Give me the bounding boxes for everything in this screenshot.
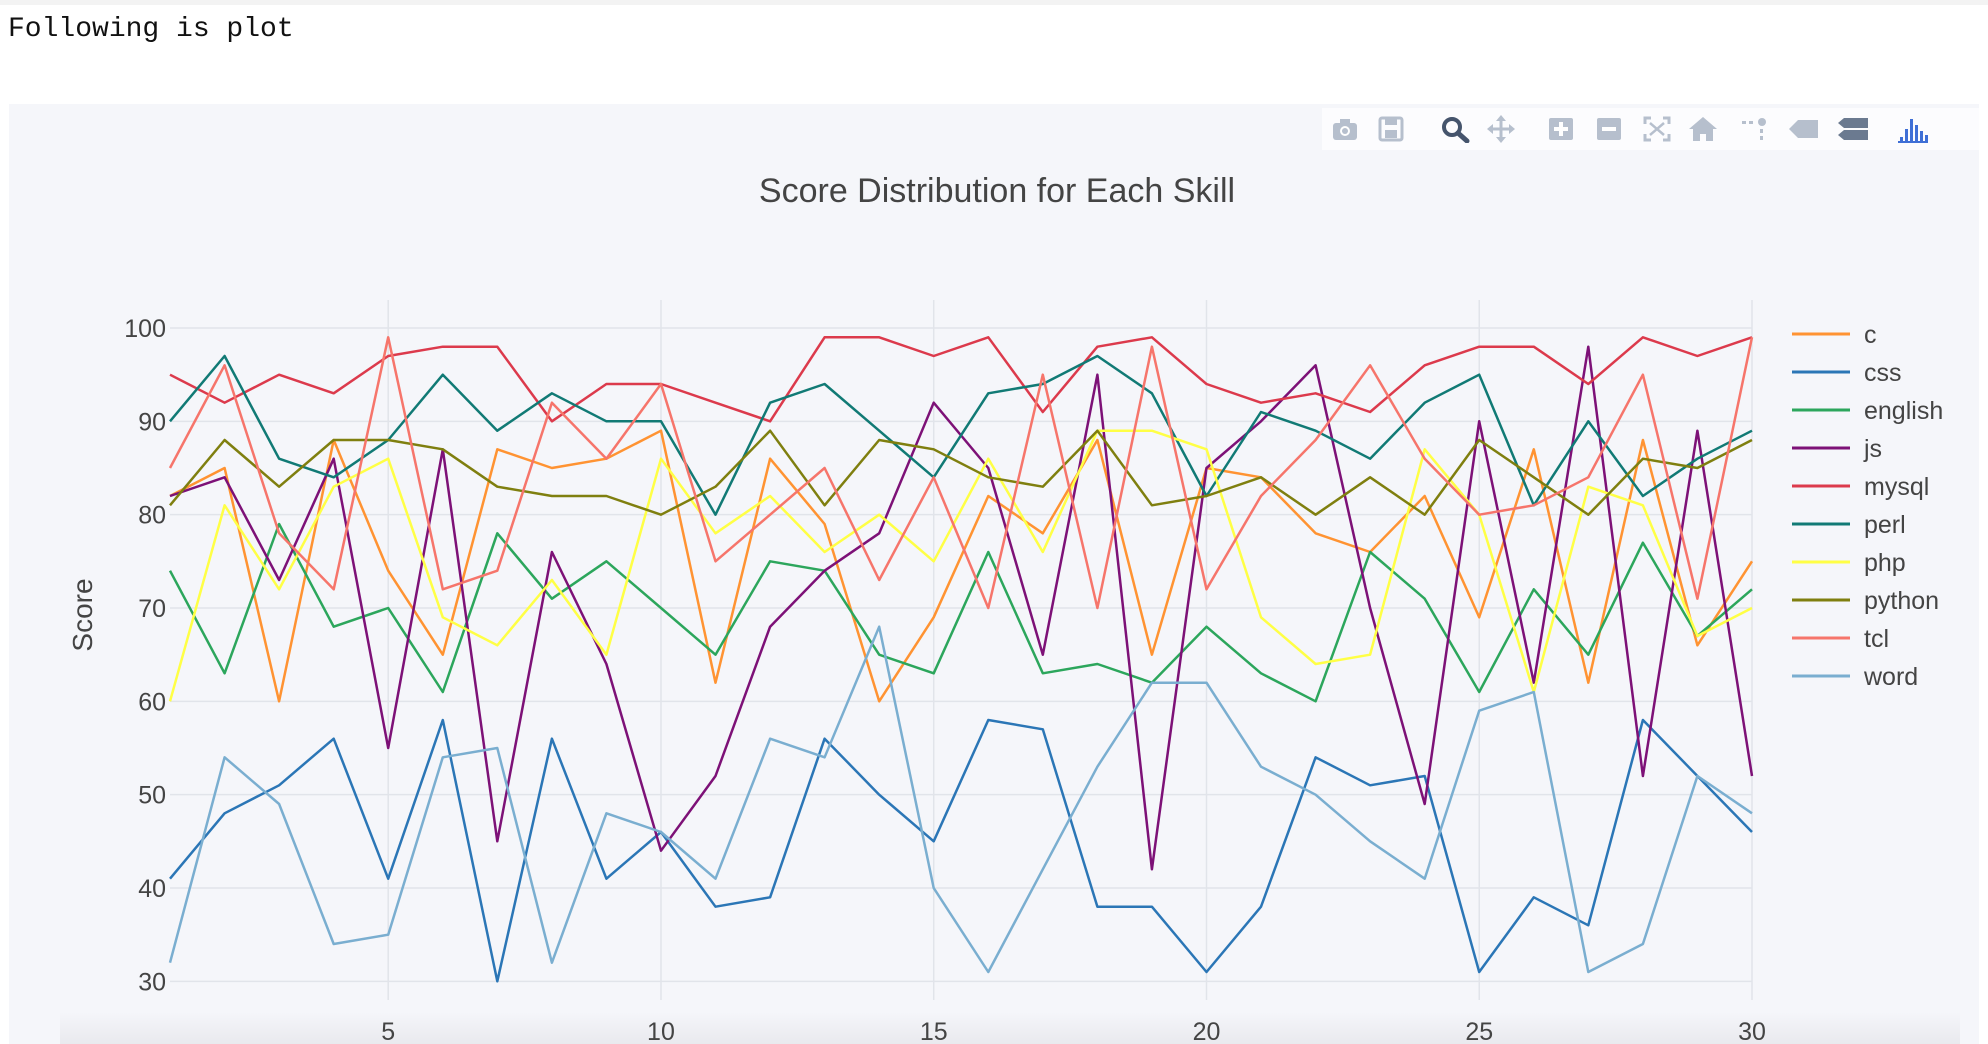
hover-compare-button[interactable] [1830, 108, 1876, 150]
legend: c css english js mysql perl php python tcl word [1792, 321, 1943, 691]
legend-item-c[interactable]: c [1792, 321, 1877, 349]
legend-item-css[interactable]: css [1792, 359, 1902, 387]
spikelines-button[interactable] [1732, 108, 1778, 150]
zoom-in-button[interactable] [1538, 108, 1584, 150]
legend-label: perl [1864, 511, 1906, 539]
legend-label: word [1863, 663, 1918, 691]
hover-compare-icon [1838, 118, 1868, 140]
series-line-english [168, 522, 1753, 703]
legend-item-english[interactable]: english [1792, 397, 1943, 425]
x-tick-label: 10 [647, 1018, 675, 1044]
camera-button[interactable] [1322, 108, 1368, 150]
save-button[interactable] [1368, 108, 1414, 150]
zoom-in-icon [1549, 118, 1573, 140]
series-line-css [169, 718, 1753, 983]
save-icon [1378, 116, 1404, 142]
y-tick-label: 70 [138, 595, 166, 623]
legend-item-js[interactable]: js [1792, 435, 1882, 463]
x-tick-label: 30 [1738, 1018, 1766, 1044]
series-lines [168, 336, 1754, 983]
home-icon [1689, 117, 1717, 141]
zoom-icon [1442, 117, 1470, 143]
zoom-out-icon [1597, 118, 1621, 140]
series-line-c [169, 429, 1754, 703]
camera-icon [1333, 119, 1357, 140]
legend-item-word[interactable]: word [1792, 663, 1918, 691]
legend-label: tcl [1864, 625, 1889, 653]
legend-label: css [1864, 359, 1902, 387]
zoom-out-button[interactable] [1586, 108, 1632, 150]
line-chart[interactable]: 30 40 50 60 70 80 90 100 5 10 15 20 25 30 Score Dist… [0, 0, 1988, 1044]
series-line-python [169, 429, 1753, 516]
pan-button[interactable] [1478, 108, 1524, 150]
modebar [1322, 108, 1980, 150]
autoscale-button[interactable] [1634, 108, 1680, 150]
y-tick-label: 60 [138, 688, 166, 716]
y-tick-label: 80 [138, 502, 166, 530]
y-axis-label: Score [67, 578, 98, 651]
y-tick-labels: 30 40 50 60 70 80 90 100 [124, 315, 166, 996]
hover-closest-button[interactable] [1780, 108, 1826, 150]
x-tick-label: 25 [1465, 1018, 1493, 1044]
zoom-button[interactable] [1432, 108, 1478, 150]
legend-label: c [1864, 321, 1877, 349]
series-line-php [168, 429, 1753, 702]
plotly-logo-icon [1898, 119, 1928, 143]
series-line-perl [169, 354, 1753, 516]
series-line-tcl [168, 336, 1754, 610]
y-tick-label: 90 [138, 408, 166, 436]
legend-item-perl[interactable]: perl [1792, 511, 1906, 539]
series-line-mysql [169, 336, 1753, 423]
legend-item-php[interactable]: php [1792, 549, 1906, 577]
legend-label: php [1864, 549, 1906, 577]
y-tick-label: 30 [138, 968, 166, 996]
chart-title: Score Distribution for Each Skill [759, 172, 1235, 210]
legend-label: js [1863, 435, 1882, 463]
y-tick-label: 50 [138, 782, 166, 810]
hover-closest-icon [1789, 120, 1818, 138]
legend-label: python [1864, 587, 1939, 615]
legend-item-mysql[interactable]: mysql [1792, 473, 1929, 501]
y-tick-label: 40 [138, 875, 166, 903]
x-tick-label: 20 [1193, 1018, 1221, 1044]
series-line-word [168, 625, 1753, 974]
legend-item-python[interactable]: python [1792, 587, 1939, 615]
y-tick-label: 100 [124, 315, 166, 343]
plotly-logo-button[interactable] [1890, 108, 1936, 150]
spikelines-icon [1742, 118, 1766, 140]
x-tick-label: 5 [381, 1018, 395, 1044]
legend-item-tcl[interactable]: tcl [1792, 625, 1889, 653]
x-tick-label: 15 [920, 1018, 948, 1044]
home-button[interactable] [1680, 108, 1726, 150]
x-tick-labels: 5 10 15 20 25 30 [381, 1018, 1766, 1044]
legend-label: english [1864, 397, 1943, 425]
autoscale-icon [1643, 116, 1671, 142]
legend-label: mysql [1864, 473, 1929, 501]
pan-icon [1487, 115, 1515, 143]
